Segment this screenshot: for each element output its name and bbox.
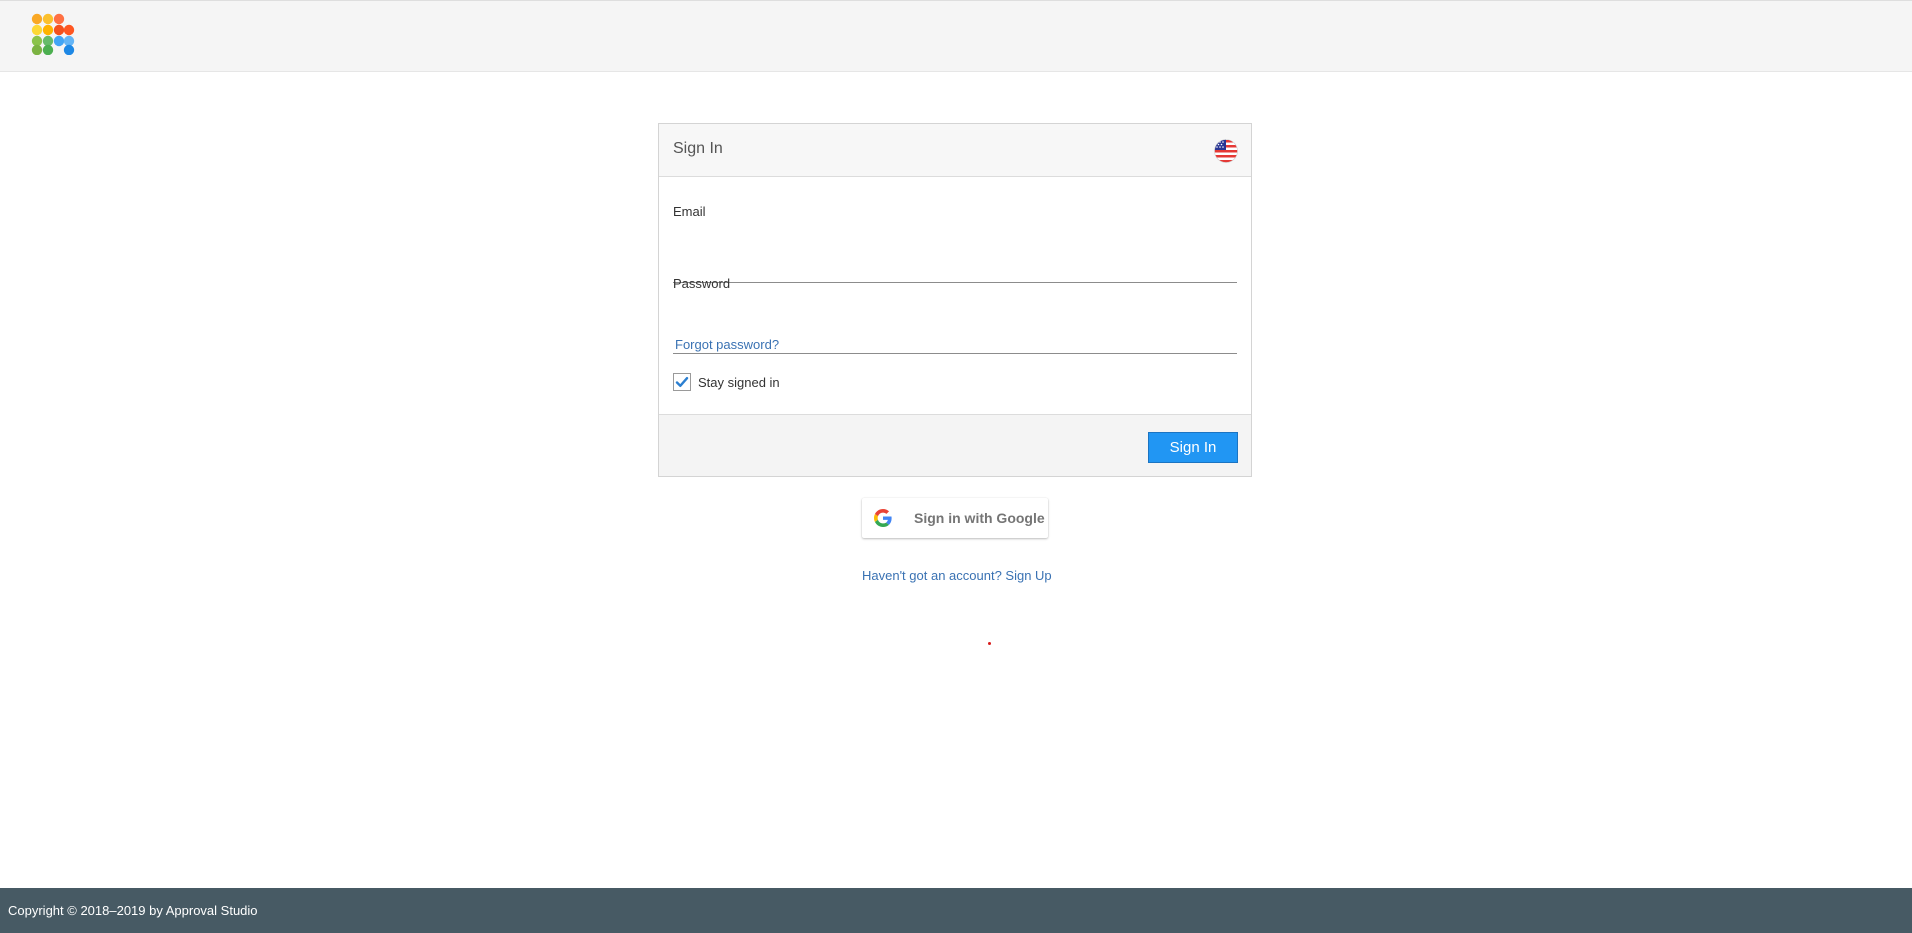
password-label: Password: [673, 276, 731, 291]
google-sign-in-label: Sign in with Google: [914, 510, 1045, 526]
google-g-icon: [874, 509, 892, 527]
signin-card: Sign In Email Password Forgot password? …: [658, 123, 1252, 477]
stay-signed-in-checkbox[interactable]: [673, 373, 691, 391]
us-flag-icon[interactable]: [1214, 139, 1238, 163]
email-label: Email: [673, 204, 706, 219]
stay-signed-in-row[interactable]: Stay signed in: [673, 372, 780, 392]
copyright-text: Copyright © 2018–2019 by Approval Studio: [8, 903, 258, 918]
email-input[interactable]: [673, 259, 1237, 283]
sign-in-button[interactable]: Sign In: [1148, 432, 1238, 463]
stay-signed-in-label: Stay signed in: [698, 374, 780, 390]
card-footer: Sign In: [659, 414, 1251, 476]
card-title: Sign In: [673, 140, 723, 157]
forgot-password-link[interactable]: Forgot password?: [675, 337, 779, 352]
approval-studio-logo-icon[interactable]: [31, 13, 75, 55]
google-sign-in-button[interactable]: Sign in with Google: [862, 498, 1048, 538]
page-footer: Copyright © 2018–2019 by Approval Studio: [0, 888, 1912, 933]
loading-dot: [988, 642, 991, 645]
sign-up-link[interactable]: Haven't got an account? Sign Up: [862, 568, 1052, 583]
checkmark-icon: [675, 377, 689, 387]
top-header: [0, 0, 1912, 72]
card-header: Sign In: [659, 124, 1251, 177]
